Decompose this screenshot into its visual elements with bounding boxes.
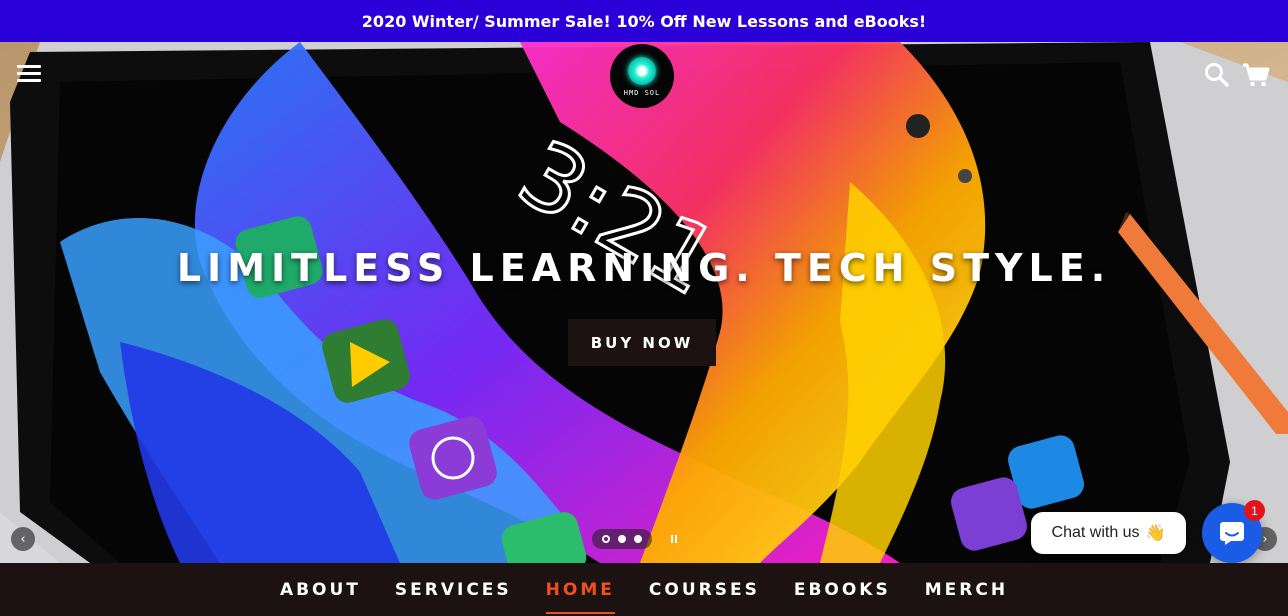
chat-icon bbox=[1220, 522, 1244, 545]
waving-hand-icon: 👋 bbox=[1145, 525, 1166, 542]
main-navigation: ABOUT SERVICES HOME COURSES EBOOKS MERCH bbox=[0, 563, 1288, 616]
buy-now-button[interactable]: BUY NOW bbox=[568, 319, 716, 366]
logo-text: HMD SOL bbox=[623, 89, 661, 97]
cart-icon[interactable] bbox=[1242, 62, 1270, 88]
nav-item-services[interactable]: SERVICES bbox=[395, 563, 512, 616]
chevron-left-icon[interactable]: ‹ bbox=[11, 527, 35, 551]
logo-orb-icon bbox=[628, 57, 656, 85]
nav-item-ebooks[interactable]: EBOOKS bbox=[794, 563, 891, 616]
hero-title: LIMITLESS LEARNING. TECH STYLE. bbox=[176, 246, 1112, 290]
search-icon[interactable] bbox=[1204, 62, 1230, 88]
hamburger-menu-icon[interactable] bbox=[17, 65, 41, 83]
nav-item-courses[interactable]: COURSES bbox=[649, 563, 760, 616]
slide-dot-1[interactable] bbox=[602, 535, 610, 543]
slide-dot-3[interactable] bbox=[634, 535, 642, 543]
nav-item-home[interactable]: HOME bbox=[545, 563, 616, 616]
nav-item-about[interactable]: ABOUT bbox=[280, 563, 361, 616]
chat-label: Chat with us bbox=[1051, 524, 1140, 541]
hero-slideshow: 3:21 HMD SOL LIMITLESS LEARNING. TECH ST… bbox=[0, 42, 1288, 563]
announcement-bar[interactable]: 2020 Winter/ Summer Sale! 10% Off New Le… bbox=[0, 0, 1288, 42]
slide-dot-2[interactable] bbox=[618, 535, 626, 543]
announcement-text: 2020 Winter/ Summer Sale! 10% Off New Le… bbox=[361, 11, 927, 31]
hero-background-image: 3:21 bbox=[0, 42, 1288, 563]
site-logo[interactable]: HMD SOL bbox=[610, 44, 674, 108]
nav-item-merch[interactable]: MERCH bbox=[925, 563, 1008, 616]
slide-indicator bbox=[592, 529, 652, 549]
chat-prompt-bubble[interactable]: Chat with us 👋 bbox=[1031, 512, 1186, 554]
pause-icon[interactable] bbox=[664, 529, 684, 549]
chat-unread-badge: 1 bbox=[1244, 500, 1265, 521]
